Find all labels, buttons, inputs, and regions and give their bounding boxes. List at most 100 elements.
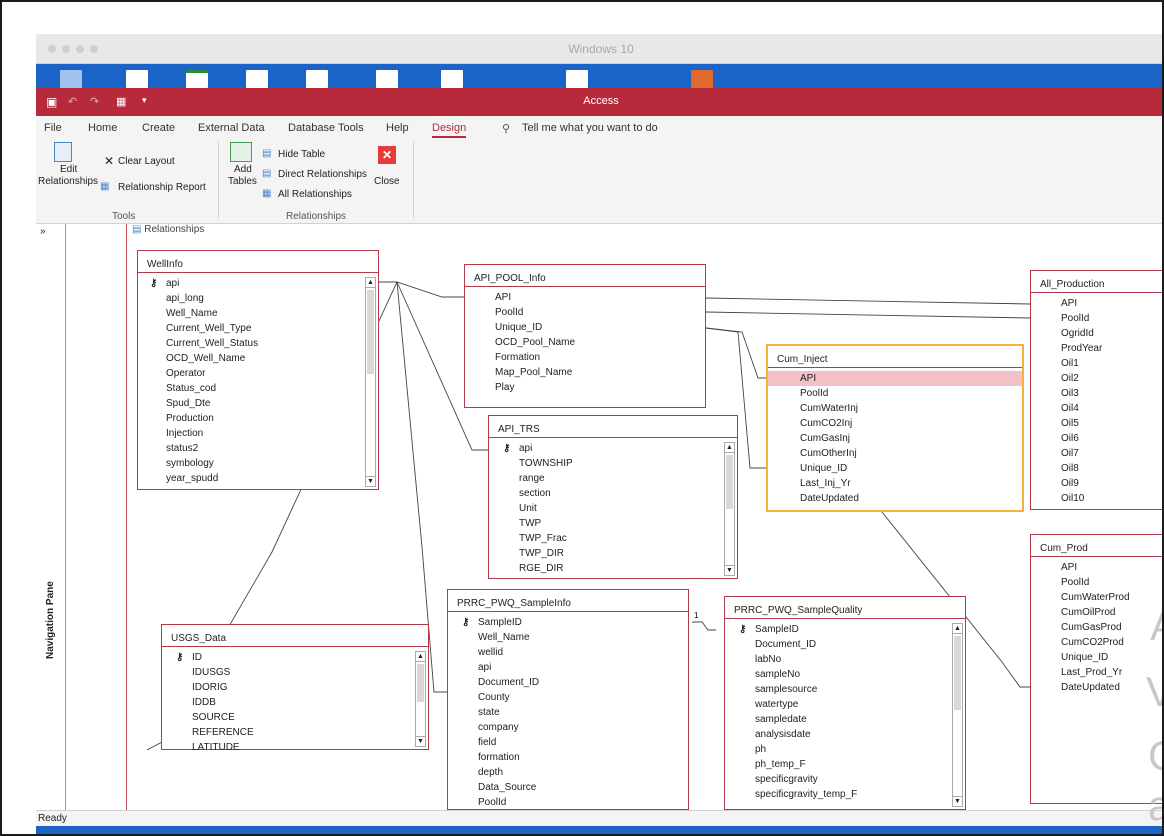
field-row[interactable]: ⚷ SampleID [448,615,688,630]
table-api-pool-info[interactable]: API_POOL_Info API PoolId Unique_ID OCD_Pool_… [464,264,706,408]
field-row[interactable]: API [768,371,1022,386]
relationship-report-button[interactable]: Relationship Report [118,182,206,193]
field-row[interactable]: DateUpdated [768,491,1022,506]
field-row[interactable]: field [448,735,688,750]
field-row[interactable]: PoolId [465,305,705,320]
field-row[interactable]: DateUpdated [1031,680,1162,695]
table-title[interactable]: PRRC_PWQ_SampleQuality [725,597,965,619]
scrollbar[interactable]: ▲ ▼ [415,651,426,747]
table-wellinfo[interactable]: WellInfo ⚷ api api_long Well_Name Current_Wel… [137,250,379,490]
scroll-down-icon[interactable]: ▼ [953,796,962,806]
table-title[interactable]: WellInfo [138,251,378,273]
document-icon[interactable] [246,70,268,88]
scroll-up-icon[interactable]: ▲ [953,624,962,634]
tab-design[interactable]: Design [432,122,467,138]
folder-icon[interactable] [60,70,82,88]
field-row[interactable]: REFERENCE [162,725,428,740]
field-row[interactable]: Map_Pool_Name [465,365,705,380]
field-row[interactable]: Oil7 [1031,446,1162,461]
document-icon[interactable] [126,70,148,88]
field-row[interactable]: Spud_Dte [138,396,378,411]
expand-nav-icon[interactable]: » [40,226,46,237]
field-row[interactable]: Oil1 [1031,356,1162,371]
field-row[interactable]: Current_Well_Status [138,336,378,351]
field-row[interactable]: SOURCE [162,710,428,725]
table-title[interactable]: Cum_Inject [768,346,1022,368]
field-row[interactable]: Unique_ID [465,320,705,335]
field-row[interactable]: Oil8 [1031,461,1162,476]
table-cum-inject[interactable]: Cum_Inject API PoolId CumWaterInj CumCO2Inj C… [766,344,1024,512]
field-row[interactable]: specificgravity [725,772,965,787]
field-row[interactable]: API [465,290,705,305]
field-row[interactable]: Oil9 [1031,476,1162,491]
field-row[interactable]: OCD_Well_Name [138,351,378,366]
document-icon[interactable] [376,70,398,88]
field-row[interactable]: LATITUDE [162,740,428,755]
field-row[interactable]: CumCO2Prod [1031,635,1162,650]
field-row[interactable]: Unique_ID [1031,650,1162,665]
field-row[interactable]: OgridId [1031,326,1162,341]
direct-relationships-button[interactable]: Direct Relationships [278,169,367,180]
field-row[interactable]: Document_ID [725,637,965,652]
field-row[interactable]: TOWNSHIP [489,456,737,471]
field-row[interactable]: ⚷ ID [162,650,428,665]
field-row[interactable]: CumOilProd [1031,605,1162,620]
field-row[interactable]: analysisdate [725,727,965,742]
field-row[interactable]: watertype [725,697,965,712]
field-row[interactable]: IDORIG [162,680,428,695]
field-row[interactable]: Current_Well_Type [138,321,378,336]
tell-me-box[interactable]: Tell me what you want to do [522,122,658,134]
scrollbar[interactable]: ▲ ▼ [724,442,735,576]
field-row[interactable]: ⚷ api [138,276,378,291]
field-row[interactable]: Well_Name [448,630,688,645]
field-row[interactable]: CumWaterInj [768,401,1022,416]
field-row[interactable]: api_long [138,291,378,306]
field-row[interactable]: sampledate [725,712,965,727]
field-row[interactable]: section [489,486,737,501]
field-row[interactable]: CumOtherInj [768,446,1022,461]
table-title[interactable]: PRRC_PWQ_SampleInfo [448,590,688,612]
field-row[interactable]: status2 [138,441,378,456]
field-row[interactable]: Last_Prod_Yr [1031,665,1162,680]
tab-create[interactable]: Create [142,122,175,134]
field-row[interactable]: API [1031,296,1162,311]
scroll-down-icon[interactable]: ▼ [366,476,375,486]
field-row[interactable]: Oil4 [1031,401,1162,416]
field-row[interactable]: Well_Name [138,306,378,321]
field-row[interactable]: Formation [465,350,705,365]
field-row[interactable]: ProdYear [1031,341,1162,356]
tab-file[interactable]: File [44,122,62,134]
tab-home[interactable]: Home [88,122,117,134]
field-row[interactable]: ph [725,742,965,757]
field-row[interactable]: IDDB [162,695,428,710]
field-row[interactable]: Unique_ID [768,461,1022,476]
field-row[interactable]: wellid [448,645,688,660]
table-title[interactable]: API_POOL_Info [465,265,705,287]
table-title[interactable]: USGS_Data [162,625,428,647]
field-row[interactable]: Document_ID [448,675,688,690]
table-all-production[interactable]: All_Production API PoolId OgridId ProdYear Oi… [1030,270,1162,510]
field-row[interactable]: samplesource [725,682,965,697]
table-cum-prod[interactable]: Cum_Prod API PoolId CumWaterProd CumOilProd C… [1030,534,1162,804]
field-row[interactable]: RGE_DIR [489,561,737,576]
scroll-down-icon[interactable]: ▼ [416,736,425,746]
field-row[interactable]: CumGasProd [1031,620,1162,635]
field-row[interactable]: CumWaterProd [1031,590,1162,605]
field-row[interactable]: api [448,660,688,675]
field-row[interactable]: PoolId [448,795,688,810]
field-row[interactable]: County [448,690,688,705]
tab-external-data[interactable]: External Data [198,122,265,134]
field-row[interactable]: Injection [138,426,378,441]
document-tab[interactable]: ▤ Relationships [132,224,204,235]
table-usgs-data[interactable]: USGS_Data ⚷ ID IDUSGS IDORIG IDDB SOURCE REFERE… [161,624,429,753]
field-row[interactable]: Oil5 [1031,416,1162,431]
scroll-thumb[interactable] [417,664,424,702]
document-icon[interactable] [306,70,328,88]
field-row[interactable]: Data_Source [448,780,688,795]
app-icon[interactable] [691,70,713,88]
field-row[interactable]: OCD_Pool_Name [465,335,705,350]
field-row[interactable]: symbology [138,456,378,471]
field-row[interactable]: Oil2 [1031,371,1162,386]
scrollbar[interactable]: ▲ ▼ [365,277,376,487]
field-row[interactable]: TWP_DIR [489,546,737,561]
